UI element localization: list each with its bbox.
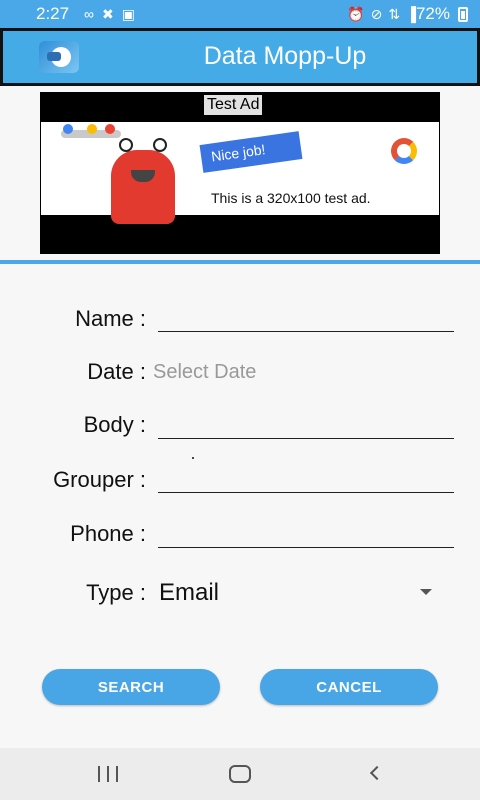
grouper-label: Grouper : [53,467,146,492]
type-select[interactable]: Email [159,579,219,607]
search-button[interactable]: SEARCH [42,669,220,705]
page-title: Data Mopp-Up [203,42,367,70]
battery-text: 72% [415,4,450,23]
phone-input[interactable] [158,547,454,548]
status-left-icons: ∞ ✖ ▣ [84,5,135,23]
phone-label: Phone : [70,521,146,546]
type-label: Type : [86,580,146,605]
ad-badge: Nice job! [199,131,303,173]
ad-content[interactable]: Nice job! This is a 320x100 test ad. [41,122,439,224]
recent-apps-icon[interactable] [98,766,118,782]
signal-icon: ▐ [406,6,416,22]
body-label: Body : [83,412,146,437]
back-icon[interactable] [369,765,385,781]
status-time: 2:27 [36,4,70,23]
ad-text: This is a 320x100 test ad. [211,190,371,206]
monster-mascot-icon [111,138,175,224]
voicemail-icon: ∞ [84,6,94,22]
google-ads-logo-icon [391,138,417,164]
battery-icon [458,7,468,22]
status-right-icons: ⏰ ⊘ ⇅ ▐ [347,5,416,23]
stray-dot [192,457,194,459]
name-label: Name : [75,306,146,331]
ad-label: Test Ad [204,95,263,115]
date-label: Date : [87,359,146,384]
ball-rack-icon [61,124,121,138]
app-bar: Data Mopp-Up [0,28,480,86]
name-input[interactable] [158,331,454,332]
body-input[interactable] [158,438,454,439]
system-nav-bar [0,748,480,800]
picture-icon: ▣ [121,6,135,22]
status-bar: 2:27 ∞ ✖ ▣ ⏰ ⊘ ⇅ ▐ 72% [0,0,480,28]
header-divider [0,260,480,264]
mute-icon: ⊘ [370,6,383,22]
date-picker[interactable]: Select Date [153,361,256,384]
chevron-down-icon[interactable] [420,589,432,595]
missed-call-icon: ✖ [101,6,114,22]
grouper-input[interactable] [158,492,454,493]
cancel-button[interactable]: CANCEL [260,669,438,705]
home-icon[interactable] [229,765,251,783]
data-icon: ⇅ [388,6,401,22]
ad-banner[interactable]: Test Ad Nice job! This is a 320x100 test… [40,92,440,254]
alarm-icon: ⏰ [347,6,365,22]
